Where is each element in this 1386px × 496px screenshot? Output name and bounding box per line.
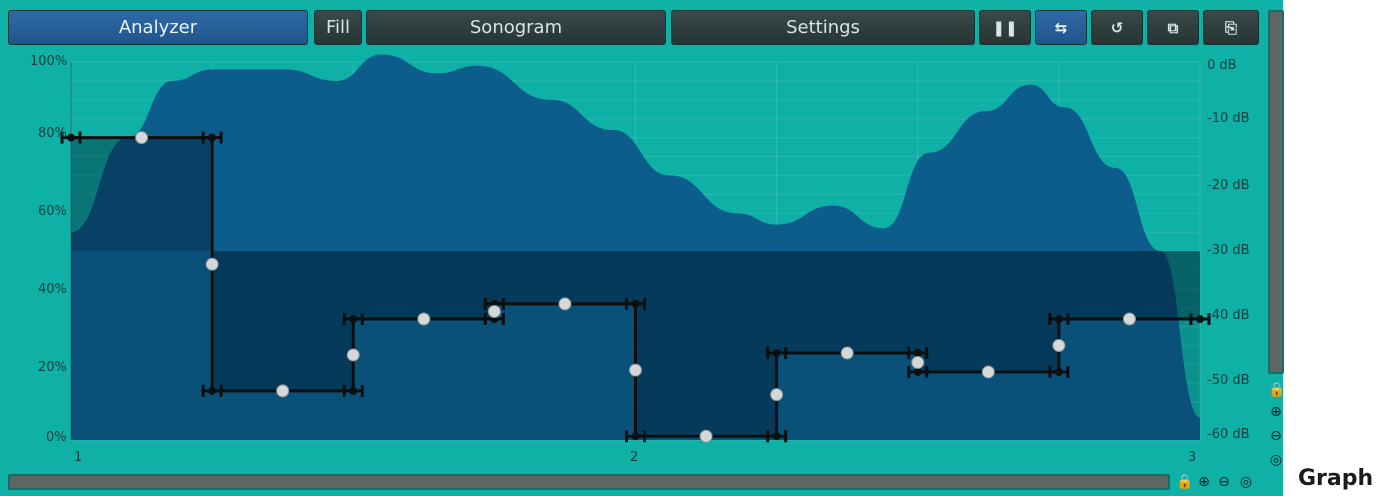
lock-vertical-icon[interactable]: 🔒 xyxy=(1268,382,1285,398)
step-handle xyxy=(840,346,854,360)
step-fill xyxy=(917,251,1059,372)
step-node xyxy=(631,432,640,441)
step-fill xyxy=(635,251,777,437)
step-handle xyxy=(699,429,713,443)
step-node xyxy=(772,432,781,441)
zoom-reset-vertical-icon[interactable]: ◎ xyxy=(1268,452,1284,468)
freeze-button[interactable]: ⇆ xyxy=(1035,10,1087,45)
y-axis-label: 0% xyxy=(46,430,67,445)
section-heading: Graph xyxy=(1298,466,1374,491)
db-axis-label: 0 dB xyxy=(1207,58,1237,73)
step-fill xyxy=(353,251,495,320)
step-fill xyxy=(776,251,918,354)
step-node xyxy=(913,349,922,358)
transition-handle xyxy=(629,363,642,377)
pause-button[interactable]: ❚❚ xyxy=(979,10,1031,45)
step-node xyxy=(631,299,640,308)
step-fill xyxy=(494,251,636,304)
transition-handle xyxy=(770,388,784,402)
plugin-window: Analyzer Fill Sonogram Settings ❚❚ ⇆ ↺ ⧉… xyxy=(0,0,1285,496)
lock-horizontal-icon[interactable]: 🔒 xyxy=(1176,474,1193,490)
zoom-in-horizontal-icon[interactable]: ⊕ xyxy=(1196,474,1212,490)
zoom-out-horizontal-icon[interactable]: ⊖ xyxy=(1216,474,1232,490)
step-node xyxy=(772,349,781,358)
reset-icon: ↺ xyxy=(1110,18,1124,37)
transition-handle xyxy=(346,348,360,362)
step-fill xyxy=(212,251,354,391)
db-axis-label: -60 dB xyxy=(1207,427,1250,442)
copy-button[interactable]: ⧉ xyxy=(1147,10,1199,45)
db-axis-label: -20 dB xyxy=(1207,178,1250,193)
y-axis-label: 100% xyxy=(30,54,68,69)
step-handle xyxy=(558,297,572,311)
pause-icon: ❚❚ xyxy=(992,18,1018,37)
horizontal-scrollbar[interactable] xyxy=(8,474,1170,490)
x-axis-label: 2 xyxy=(630,450,639,465)
step-node xyxy=(208,133,217,142)
y-axis-label: 60% xyxy=(38,204,67,219)
transition-handle xyxy=(1052,339,1066,352)
transition-handle xyxy=(205,257,219,271)
step-handle xyxy=(276,384,290,398)
x-axis-label: 3 xyxy=(1188,450,1197,465)
step-node xyxy=(1054,315,1063,324)
copy-icon: ⧉ xyxy=(1167,18,1179,37)
db-axis-label: -10 dB xyxy=(1207,111,1250,126)
db-axis-label: -40 dB xyxy=(1207,308,1250,323)
step-node xyxy=(349,315,358,324)
step-fill xyxy=(1058,251,1200,320)
db-axis-label: -50 dB xyxy=(1207,373,1250,388)
toolbar: Analyzer Fill Sonogram Settings ❚❚ ⇆ ↺ ⧉… xyxy=(8,10,1263,45)
step-handle xyxy=(981,365,995,379)
fill-button[interactable]: Fill xyxy=(314,10,362,45)
step-handle xyxy=(417,312,431,326)
step-node xyxy=(208,386,217,395)
zoom-reset-horizontal-icon[interactable]: ◎ xyxy=(1238,474,1254,490)
vertical-scroll-thumb[interactable] xyxy=(1270,12,1282,372)
step-node xyxy=(1196,315,1204,324)
horizontal-scroll-thumb[interactable] xyxy=(10,476,1168,488)
zoom-out-vertical-icon[interactable]: ⊖ xyxy=(1268,428,1284,444)
y-axis-label: 20% xyxy=(38,360,67,375)
step-handle xyxy=(135,131,149,145)
step-handle xyxy=(1122,312,1136,326)
reset-button[interactable]: ↺ xyxy=(1091,10,1143,45)
step-fill xyxy=(71,137,213,251)
y-axis-label: 40% xyxy=(38,282,67,297)
y-axis-label: 80% xyxy=(38,126,67,141)
zoom-in-vertical-icon[interactable]: ⊕ xyxy=(1268,404,1284,420)
freeze-icon: ⇆ xyxy=(1054,18,1068,37)
graph-canvas[interactable] xyxy=(8,52,1263,444)
paste-icon: ⎘ xyxy=(1224,18,1237,37)
transition-handle xyxy=(911,356,925,370)
transition-handle xyxy=(487,304,501,318)
step-node xyxy=(1054,367,1063,376)
graph-area[interactable]: 100% 80% 60% 40% 20% 0% 0 dB -10 dB -20 … xyxy=(8,52,1263,465)
x-axis-label: 1 xyxy=(74,450,83,465)
paste-button[interactable]: ⎘ xyxy=(1203,10,1259,45)
settings-button[interactable]: Settings xyxy=(671,10,975,45)
db-axis-label: -30 dB xyxy=(1207,243,1250,258)
sonogram-button[interactable]: Sonogram xyxy=(366,10,666,45)
step-node xyxy=(349,386,358,395)
vertical-scrollbar[interactable] xyxy=(1268,10,1284,374)
step-node xyxy=(913,367,922,376)
analyzer-button[interactable]: Analyzer xyxy=(8,10,308,45)
